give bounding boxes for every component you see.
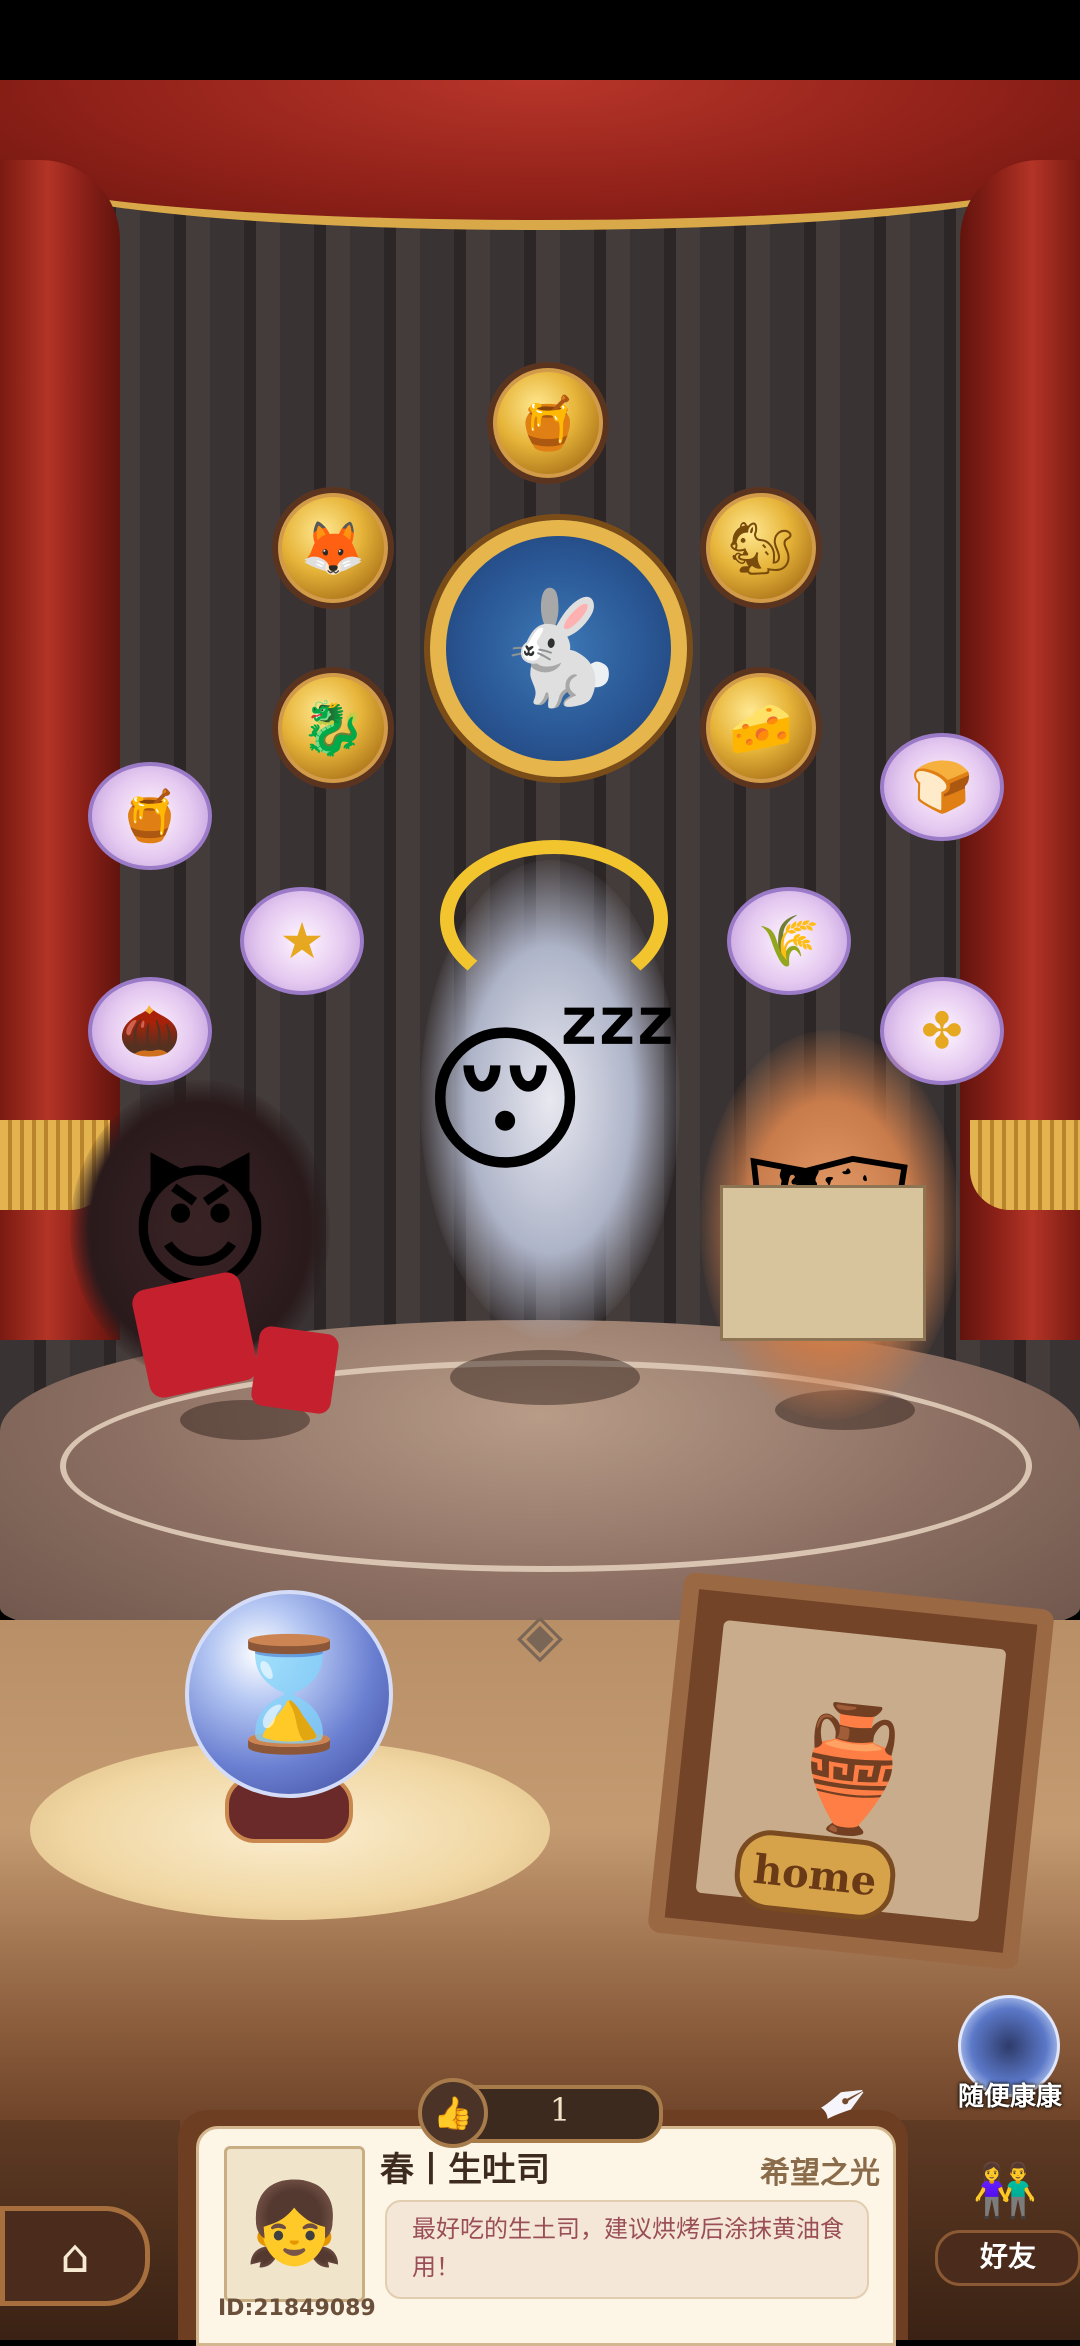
status-bar: [0, 0, 1080, 80]
dice-icon: [129, 1269, 261, 1401]
honeycomb-glyph: 🍯: [118, 786, 182, 845]
house-icon: ⌂: [60, 2229, 90, 2283]
player-bio: 最好吃的生土司，建议烘烤后涂抹黄油食用！: [412, 2215, 844, 2281]
dragon-medal-icon[interactable]: 🐉: [272, 667, 394, 789]
halo-icon: [440, 840, 668, 998]
walnut-medal-icon[interactable]: 🌰: [88, 977, 212, 1085]
floor-knot-ornament: ◈: [516, 1600, 564, 1670]
walnut-glyph: 🌰: [118, 1001, 182, 1060]
wheat-glyph: 🌾: [757, 911, 821, 970]
bread-medal-icon[interactable]: 🍞: [880, 733, 1004, 841]
like-button[interactable]: 👍: [418, 2078, 488, 2148]
squirrel-medal-icon[interactable]: 🐿: [700, 487, 822, 609]
player-id: ID:21849089: [218, 2296, 376, 2321]
pinwheel-glyph: ✤: [921, 1002, 963, 1060]
random-connect-label[interactable]: 随便康康: [940, 2076, 1080, 2120]
cheese-medal-icon[interactable]: 🧀: [700, 667, 822, 789]
dragon-glyph: 🐉: [300, 698, 366, 759]
jar-medal-icon[interactable]: 🍯: [487, 362, 609, 484]
like-count: 1: [549, 2091, 571, 2129]
wheat-medal-icon[interactable]: 🌾: [727, 887, 851, 995]
fox-medal-icon[interactable]: 🦊: [272, 487, 394, 609]
friends-icon: 👫: [972, 2161, 1038, 2221]
squirrel-glyph: 🐿: [727, 518, 794, 579]
curtain-top: [0, 80, 1080, 230]
friends-label: 好友: [935, 2230, 1080, 2286]
star-glyph: ★: [279, 912, 325, 970]
avatar-glyph: 👧: [244, 2177, 345, 2270]
thumbs-up-icon: 👍: [433, 2094, 473, 2132]
honeycomb-medal-icon[interactable]: 🍯: [88, 762, 212, 870]
home-button[interactable]: ⌂: [0, 2206, 150, 2306]
curtain-fringe-right: [970, 1120, 1080, 1210]
friends-button[interactable]: 👫 好友: [935, 2160, 1080, 2290]
cheese-glyph: 🧀: [728, 698, 794, 759]
player-name: 春丨生吐司: [380, 2150, 550, 2190]
rabbit-emblem-icon[interactable]: 🐇: [430, 520, 687, 777]
hourglass-orb-button[interactable]: ⌛: [185, 1590, 393, 1798]
map-scroll-icon: [720, 1185, 926, 1341]
hourglass-icon: ⌛: [220, 1629, 358, 1758]
fox-glyph: 🦊: [300, 518, 366, 579]
star-medal-icon[interactable]: ★: [240, 887, 364, 995]
jar-glyph: 🍯: [515, 393, 581, 454]
character-center-glyph: 😴: [421, 1006, 679, 1194]
player-title: 希望之光: [760, 2156, 880, 2191]
character-shadow-center: [450, 1350, 640, 1405]
rabbit-glyph: 🐇: [490, 584, 627, 712]
dice-icon: [249, 1324, 341, 1416]
bread-glyph: 🍞: [910, 757, 974, 816]
avatar[interactable]: 👧: [224, 2146, 365, 2302]
